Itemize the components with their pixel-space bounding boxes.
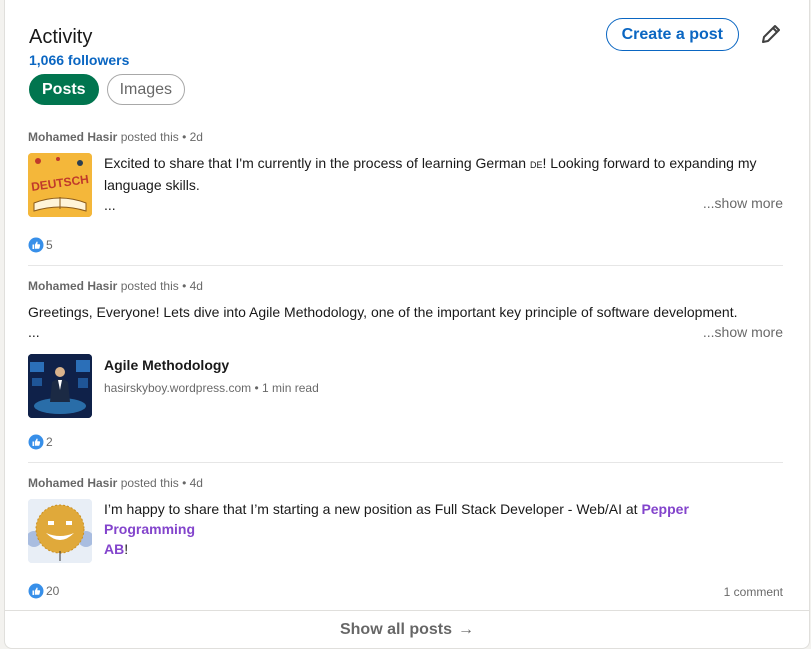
article-thumbnail[interactable] (28, 354, 92, 418)
activity-tabs: Posts Images (29, 74, 186, 105)
post-meta: Mohamed Hasir posted this • 4d (28, 279, 203, 293)
activity-card: Activity 1,066 followers Create a post P… (4, 0, 810, 649)
like-icon (28, 237, 44, 253)
post-author[interactable]: Mohamed Hasir (28, 279, 117, 293)
smiley-image (28, 499, 92, 563)
like-icon (28, 434, 44, 450)
like-icon (28, 583, 44, 599)
article-info[interactable]: Agile Methodology hasirskyboy.wordpress.… (104, 357, 319, 395)
agile-article-image (28, 354, 92, 418)
post-item[interactable]: Mohamed Hasir posted this • 2d DEUTSCH E… (28, 130, 783, 260)
post-text: Excited to share that I'm currently in t… (104, 155, 757, 213)
tab-posts[interactable]: Posts (29, 74, 99, 105)
article-meta: hasirskyboy.wordpress.com • 1 min read (104, 381, 319, 395)
post-time: 4d (189, 279, 203, 293)
post-time: 4d (189, 476, 203, 490)
post-text: Greetings, Everyone! Lets dive into Agil… (28, 304, 738, 340)
show-more-link[interactable]: ...show more (703, 324, 783, 340)
edit-activity-button[interactable] (757, 20, 785, 48)
followers-count[interactable]: 1,066 followers (29, 52, 129, 68)
activity-title: Activity (29, 26, 93, 48)
post-item[interactable]: Mohamed Hasir posted this • 4d Greetings… (28, 279, 783, 459)
reactions-count[interactable]: 20 (28, 583, 59, 599)
post-thumbnail[interactable]: DEUTSCH (28, 153, 92, 217)
post-author[interactable]: Mohamed Hasir (28, 476, 117, 490)
post-divider (28, 462, 783, 463)
deutsch-book-image: DEUTSCH (28, 153, 92, 217)
show-more-link[interactable]: ...show more (703, 195, 783, 211)
show-all-posts-label: Show all posts (339, 620, 452, 638)
post-action: posted this (120, 279, 179, 293)
reactions-count[interactable]: 5 (28, 237, 53, 253)
arrow-right-icon: → (458, 620, 474, 638)
activity-header: Activity 1,066 followers Create a post P… (29, 18, 785, 105)
article-title[interactable]: Agile Methodology (104, 357, 319, 373)
post-thumbnail[interactable] (28, 499, 92, 563)
germany-flag-icon: DE (529, 160, 543, 170)
create-post-button[interactable]: Create a post (605, 18, 739, 51)
post-meta: Mohamed Hasir posted this • 2d (28, 130, 203, 144)
post-action: posted this (120, 476, 179, 490)
post-item[interactable]: Mohamed Hasir posted this • 4d I’m happy… (28, 476, 783, 606)
comments-count[interactable]: 1 comment (724, 585, 783, 599)
post-action: posted this (120, 130, 179, 144)
post-text: I’m happy to share that I’m starting a n… (104, 501, 689, 557)
pencil-icon (762, 25, 780, 43)
post-time: 2d (189, 130, 203, 144)
post-meta: Mohamed Hasir posted this • 4d (28, 476, 203, 490)
reactions-count[interactable]: 2 (28, 434, 53, 450)
show-all-posts-button[interactable]: Show all posts → (5, 610, 809, 648)
post-author[interactable]: Mohamed Hasir (28, 130, 117, 144)
tab-images[interactable]: Images (106, 74, 186, 105)
post-divider (28, 265, 783, 266)
company-mention-link-cont[interactable]: AB (104, 541, 124, 557)
